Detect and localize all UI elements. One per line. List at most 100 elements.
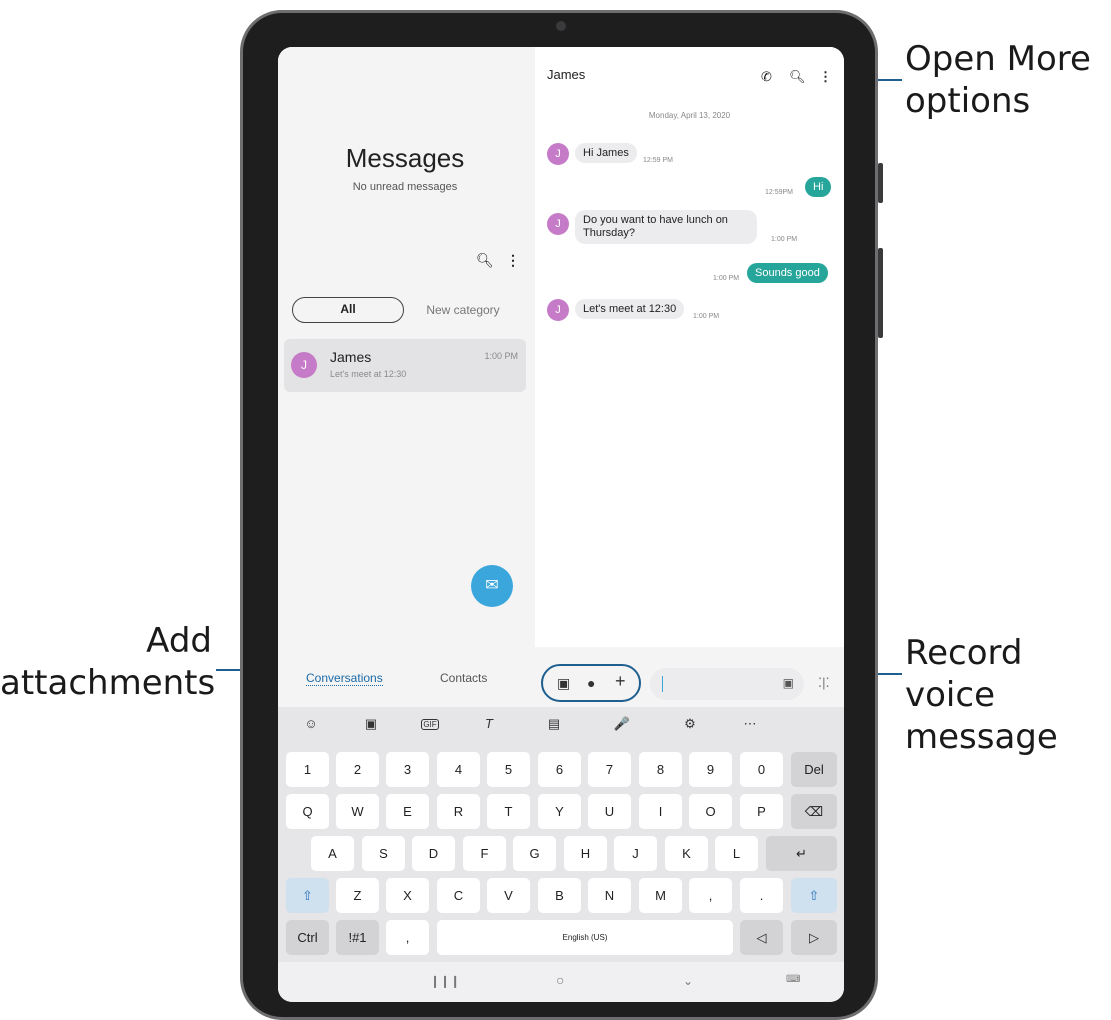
key-del[interactable]: Del [791, 752, 837, 787]
key-8[interactable]: 8 [639, 752, 682, 787]
recents-icon[interactable]: ❙❙❙ [430, 974, 460, 988]
key-comma[interactable]: , [689, 878, 732, 913]
key-shift-right[interactable]: ⇧ [791, 878, 837, 913]
key-j[interactable]: J [614, 836, 657, 871]
key-5[interactable]: 5 [487, 752, 530, 787]
key-s[interactable]: S [362, 836, 405, 871]
key-p[interactable]: P [740, 794, 783, 829]
key-period[interactable]: . [740, 878, 783, 913]
key-b[interactable]: B [538, 878, 581, 913]
keyboard: ☺ ▣ GIF T ▤ 🎤 ⚙ ⋯ 1 2 3 4 5 6 7 8 9 0 De… [278, 707, 844, 962]
key-0[interactable]: 0 [740, 752, 783, 787]
plus-icon[interactable]: + [615, 671, 626, 692]
key-m[interactable]: M [639, 878, 682, 913]
settings-icon[interactable]: ⚙ [680, 716, 700, 732]
key-r[interactable]: R [437, 794, 480, 829]
key-cursor-right[interactable]: ▷ [791, 920, 837, 955]
key-y[interactable]: Y [538, 794, 581, 829]
message-incoming[interactable]: Let's meet at 12:30 [575, 299, 685, 319]
message-input[interactable]: ▣ [650, 668, 804, 700]
keyboard-mode-icon[interactable]: ▤ [544, 716, 564, 732]
key-cursor-left[interactable]: ◁ [740, 920, 783, 955]
avatar: J [547, 299, 569, 321]
search-icon[interactable]: 🔍︎ [789, 69, 806, 85]
message-time: 1:00 PM [693, 313, 720, 320]
more-horiz-icon[interactable]: ⋯ [740, 716, 760, 732]
key-3[interactable]: 3 [386, 752, 429, 787]
message-time: 12:59PM [765, 189, 794, 196]
sticker-icon[interactable]: ▣ [361, 716, 381, 732]
key-1[interactable]: 1 [286, 752, 329, 787]
key-v[interactable]: V [487, 878, 530, 913]
key-4[interactable]: 4 [437, 752, 480, 787]
emoji-icon[interactable]: ☺ [301, 716, 321, 731]
sticker-icon[interactable]: ▣ [783, 676, 794, 690]
message-outgoing[interactable]: Hi [805, 177, 832, 197]
tab-conversations[interactable]: Conversations [306, 671, 383, 686]
message-time: 1:00 PM [713, 275, 740, 282]
message-incoming[interactable]: Hi James [575, 143, 637, 163]
key-comma-bottom[interactable]: , [386, 920, 429, 955]
text-cursor [662, 676, 663, 692]
camera-icon[interactable]: ● [587, 675, 595, 691]
unread-status: No unread messages [352, 181, 458, 193]
more-vert-icon[interactable]: ⋮ [506, 252, 520, 269]
callout-more-options: Open More options [905, 39, 1091, 121]
key-symbols[interactable]: !#1 [336, 920, 379, 955]
key-w[interactable]: W [336, 794, 379, 829]
key-l[interactable]: L [715, 836, 758, 871]
key-q[interactable]: Q [286, 794, 329, 829]
key-g[interactable]: G [513, 836, 556, 871]
key-enter[interactable]: ↵ [766, 836, 837, 871]
back-icon[interactable]: ⌄ [683, 974, 693, 988]
key-ctrl[interactable]: Ctrl [286, 920, 329, 955]
power-button [878, 248, 883, 338]
key-h[interactable]: H [564, 836, 607, 871]
key-a[interactable]: A [311, 836, 354, 871]
call-icon[interactable]: ✆ [761, 69, 772, 85]
conversation-list-pane: Messages No unread messages 🔍︎ ⋮ All New… [278, 47, 532, 647]
handwriting-icon[interactable]: T [479, 716, 499, 731]
key-7[interactable]: 7 [588, 752, 631, 787]
key-2[interactable]: 2 [336, 752, 379, 787]
compose-button[interactable]: ✉ [471, 565, 513, 607]
navigation-bar: ❙❙❙ ○ ⌄ ⌨ [278, 962, 844, 1002]
conversation-item[interactable]: J James Let's meet at 12:30 1:00 PM [284, 339, 526, 392]
key-o[interactable]: O [689, 794, 732, 829]
key-shift-left[interactable]: ⇧ [286, 878, 329, 913]
voice-input-icon[interactable]: 🎤 [612, 716, 632, 732]
key-t[interactable]: T [487, 794, 530, 829]
key-d[interactable]: D [412, 836, 455, 871]
tab-contacts[interactable]: Contacts [440, 671, 487, 685]
gallery-icon[interactable]: ▣ [557, 675, 570, 692]
gif-icon[interactable]: GIF [421, 719, 439, 730]
conversation-name: James [330, 349, 372, 365]
home-icon[interactable]: ○ [556, 972, 564, 988]
key-space[interactable]: English (US) [437, 920, 733, 955]
key-i[interactable]: I [639, 794, 682, 829]
compose-icon: ✉ [485, 577, 499, 594]
search-icon[interactable]: 🔍︎ [476, 252, 494, 269]
key-e[interactable]: E [386, 794, 429, 829]
key-k[interactable]: K [665, 836, 708, 871]
key-n[interactable]: N [588, 878, 631, 913]
key-u[interactable]: U [588, 794, 631, 829]
tablet-device: Messages No unread messages 🔍︎ ⋮ All New… [240, 10, 883, 1020]
chat-date-divider: Monday, April 13, 2020 [648, 111, 731, 120]
message-time: 1:00 PM [771, 236, 798, 243]
key-x[interactable]: X [386, 878, 429, 913]
more-vert-icon[interactable]: ⋮ [819, 69, 832, 85]
filter-all[interactable]: All [292, 297, 404, 323]
keyboard-switch-icon[interactable]: ⌨ [786, 974, 800, 985]
key-6[interactable]: 6 [538, 752, 581, 787]
message-outgoing[interactable]: Sounds good [747, 263, 828, 283]
key-c[interactable]: C [437, 878, 480, 913]
filter-new-category[interactable]: New category [418, 297, 508, 323]
voice-record-icon[interactable]: ⁚|⁚ [818, 675, 830, 691]
key-9[interactable]: 9 [689, 752, 732, 787]
key-backspace[interactable]: ⌫ [791, 794, 837, 829]
message-incoming[interactable]: Do you want to have lunch on Thursday? [575, 210, 757, 244]
key-f[interactable]: F [463, 836, 506, 871]
key-z[interactable]: Z [336, 878, 379, 913]
avatar: J [547, 213, 569, 235]
